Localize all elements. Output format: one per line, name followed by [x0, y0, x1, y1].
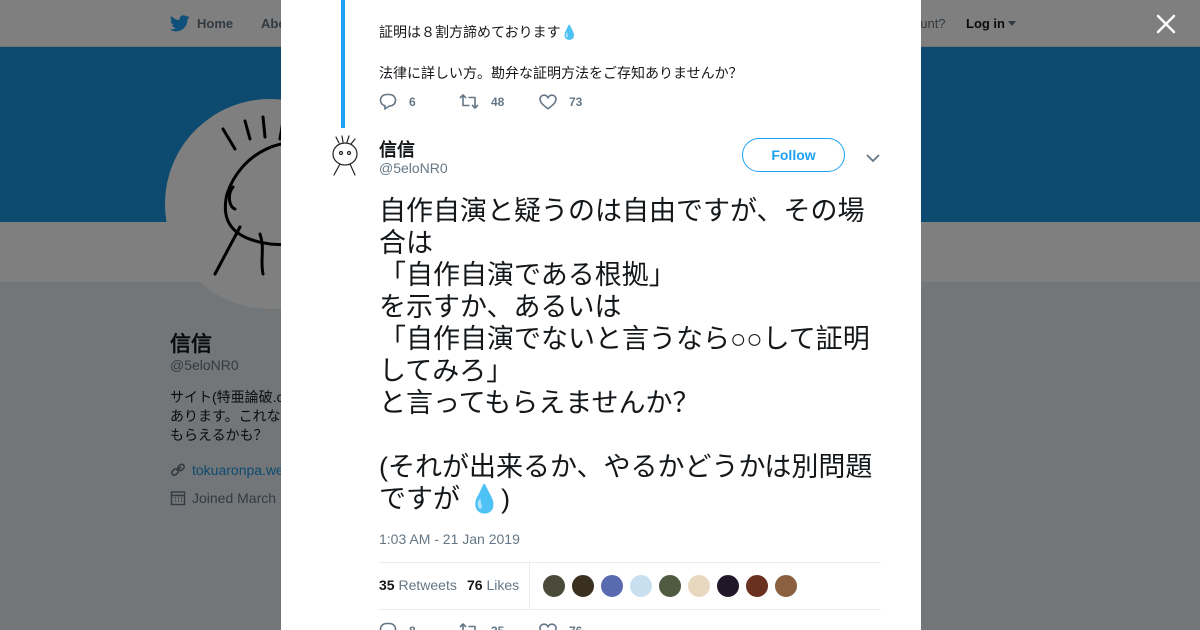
stats-divider-bottom	[379, 609, 881, 610]
tweet-text-end: )	[501, 484, 511, 514]
heart-icon	[539, 93, 557, 110]
droplet-emoji: 💧	[467, 484, 502, 514]
previous-tweet-line2: 法律に詳しい方。勘弁な証明方法をご存知ありませんか？	[379, 65, 743, 81]
liker-avatar[interactable]	[629, 574, 653, 598]
reply-count: 6	[409, 94, 416, 109]
tweet-text-main: 自作自演と疑うのは自由ですが、その場合は 「自作自演である根拠」 を示すか、ある…	[379, 196, 873, 514]
doodle-face-icon	[332, 135, 358, 176]
reply-icon	[379, 622, 397, 630]
author-avatar[interactable]	[326, 135, 362, 177]
liker-avatars	[542, 574, 803, 598]
tweet-modal: 証明は８割方諦めております💧 法律に詳しい方。勘弁な証明方法をご存知ありませんか…	[281, 0, 921, 630]
stats-divider-vertical	[529, 562, 530, 609]
author-handle[interactable]: @5eloNR0	[379, 160, 448, 176]
retweet-count: 48	[491, 94, 505, 109]
retweet-count: 35	[491, 624, 504, 630]
tweet-timestamp[interactable]: 1:03 AM - 21 Jan 2019	[379, 531, 520, 547]
reply-button[interactable]: 6	[379, 93, 459, 110]
previous-tweet-actions: 6 48 73	[379, 93, 582, 110]
more-options-button[interactable]	[865, 151, 881, 163]
like-stat[interactable]: 76 Likes	[467, 577, 519, 593]
heart-icon	[539, 622, 557, 630]
like-stat-count: 76	[467, 577, 483, 593]
follow-button[interactable]: Follow	[742, 138, 845, 172]
retweet-button[interactable]: 48	[459, 94, 539, 109]
author-name[interactable]: 信信	[379, 136, 415, 162]
like-button[interactable]: 73	[539, 93, 583, 110]
like-button[interactable]: 76	[539, 622, 582, 630]
retweet-stat[interactable]: 35 Retweets	[379, 577, 457, 593]
reply-icon	[379, 93, 397, 110]
close-button[interactable]	[1152, 10, 1180, 38]
like-count: 76	[569, 624, 582, 630]
liker-avatar[interactable]	[600, 574, 624, 598]
liker-avatar[interactable]	[716, 574, 740, 598]
retweet-icon	[459, 623, 476, 630]
liker-avatar[interactable]	[658, 574, 682, 598]
retweet-stat-count: 35	[379, 577, 395, 593]
retweet-icon	[459, 94, 479, 109]
tweet-actions: 8 35 76	[379, 622, 582, 630]
liker-avatar[interactable]	[774, 574, 798, 598]
tweet-text: 自作自演と疑うのは自由ですが、その場合は 「自作自演である根拠」 を示すか、ある…	[379, 195, 889, 515]
stats-divider-top	[379, 562, 881, 563]
like-count: 73	[569, 94, 583, 109]
reply-button[interactable]: 8	[379, 622, 459, 630]
liker-avatar[interactable]	[571, 574, 595, 598]
thread-connector	[341, 0, 345, 128]
retweet-stat-label: Retweets	[398, 577, 457, 593]
like-stat-label: Likes	[486, 577, 520, 593]
liker-avatar[interactable]	[542, 574, 566, 598]
previous-tweet-line1: 証明は８割方諦めております💧	[379, 24, 579, 40]
reply-count: 8	[409, 624, 416, 630]
close-icon	[1156, 14, 1176, 34]
liker-avatar[interactable]	[745, 574, 769, 598]
liker-avatar[interactable]	[687, 574, 711, 598]
retweet-button[interactable]: 35	[459, 623, 539, 630]
chevron-down-icon	[866, 154, 880, 163]
